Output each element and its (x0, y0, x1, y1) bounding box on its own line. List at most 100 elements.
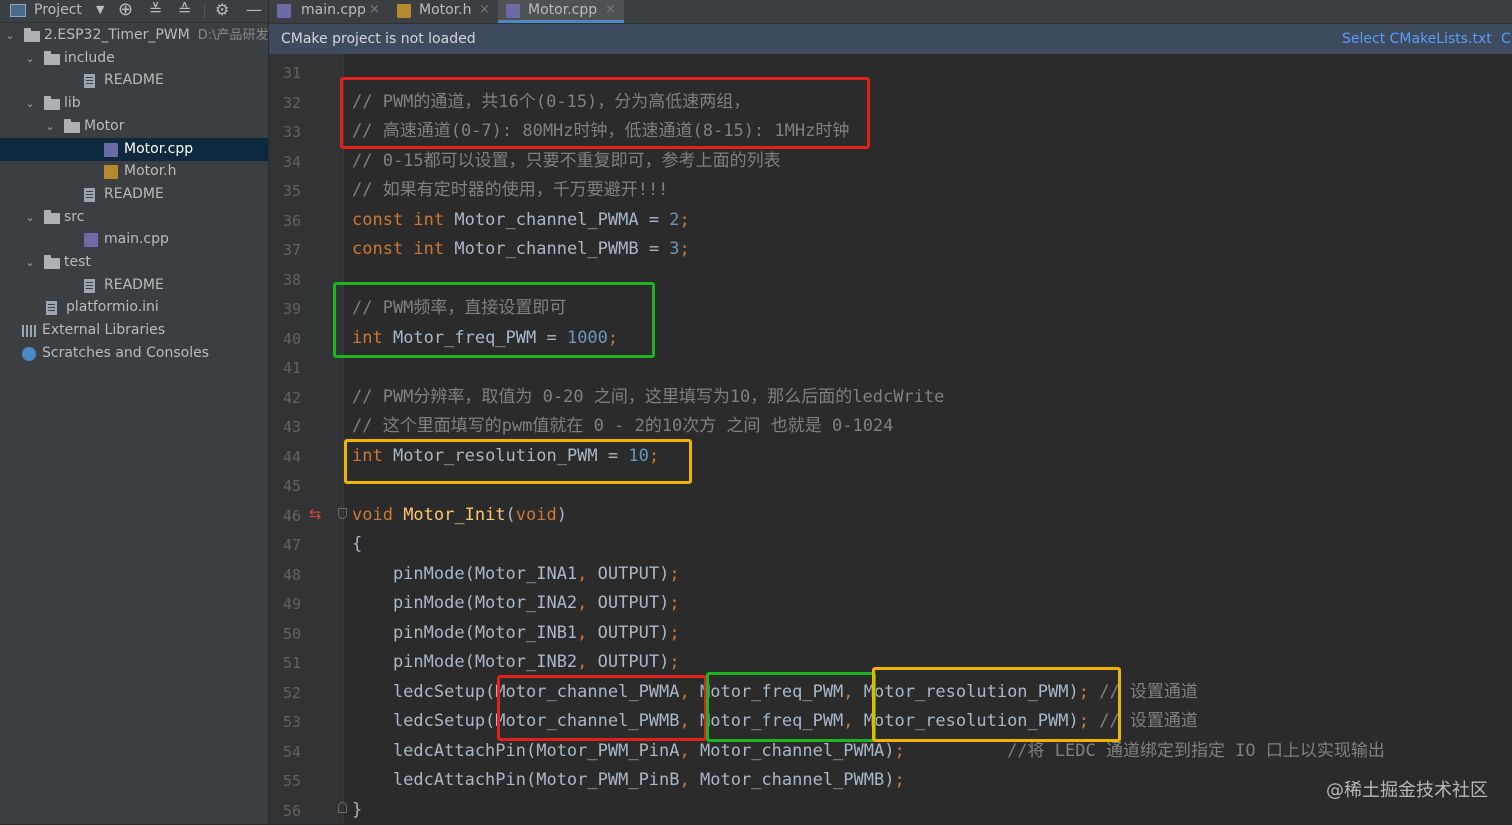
code-line[interactable]: pinMode(Motor_INA1, OUTPUT); (352, 560, 680, 589)
code-token: , (577, 652, 598, 672)
code-line[interactable]: const int Motor_channel_PWMB = 3; (352, 235, 690, 264)
line-number: 33 (282, 123, 301, 141)
cpp-file-icon (506, 4, 520, 18)
line-number: 34 (282, 152, 301, 171)
tree-item[interactable]: Scratches and Consoles (0, 342, 268, 365)
libraries-icon (22, 325, 38, 338)
tree-item[interactable]: ⌄ 2.ESP32_Timer_PWM D:\产品研发\ (0, 24, 273, 47)
gear-icon[interactable]: ⚙ (215, 0, 229, 22)
close-icon[interactable]: × (369, 0, 380, 20)
chevron-down-icon[interactable]: ⌄ (4, 24, 16, 47)
line-number: 52 (282, 683, 301, 702)
annotation-box-red (340, 77, 870, 149)
chevron-down-icon[interactable]: ⌄ (24, 206, 36, 229)
tree-item[interactable]: ⌄ lib (0, 92, 268, 115)
line-number: 32 (282, 93, 301, 112)
code-token: // PWM分辨率，取值为 0-20 之间，这里填写为10，那么后面的ledcW… (352, 386, 945, 407)
code-token: void (515, 504, 557, 525)
tree-item[interactable]: main.cpp (0, 228, 268, 251)
code-token: // 如果有定时器的使用，千万要避开!!! (352, 180, 669, 200)
collapse-all-icon[interactable]: ≙ (178, 0, 191, 22)
override-marker-icon[interactable]: ⇆ (309, 505, 322, 523)
tree-item[interactable]: Motor.cpp (0, 137, 268, 161)
code-token: ; (669, 622, 680, 643)
tree-item-name: src (64, 208, 85, 225)
code-line[interactable]: } (352, 796, 362, 825)
code-token: , (577, 563, 598, 584)
fold-icon[interactable] (338, 802, 347, 813)
tree-item[interactable]: ⌄ Motor (0, 115, 268, 138)
code-line[interactable]: pinMode(Motor_INB1, OUTPUT); (352, 619, 680, 648)
tree-item-label: README (104, 69, 164, 92)
line-number: 39 (282, 300, 301, 318)
code-line[interactable]: const int Motor_channel_PWMA = 2; (352, 206, 690, 235)
code-token: ( (505, 504, 516, 525)
tree-item[interactable]: Motor.h (0, 160, 268, 183)
tree-item[interactable]: ⌄ test (0, 251, 268, 274)
line-number: 54 (282, 742, 301, 761)
chevron-down-icon[interactable]: ⌄ (24, 47, 36, 70)
folder-icon (44, 50, 60, 65)
code-token: ; (679, 209, 690, 230)
code-token: pinMode(Motor_INA1 (352, 563, 578, 584)
code-line[interactable]: // 这个里面填写的pwm值就在 0 - 2的10次方 之间 也就是 0-102… (352, 412, 893, 441)
chevron-down-icon[interactable]: ⌄ (24, 251, 36, 274)
tree-item[interactable]: ⌄ src (0, 206, 268, 229)
tree-item[interactable]: README (0, 274, 268, 297)
tree-item[interactable]: External Libraries (0, 319, 268, 342)
tree-item-label: include (64, 47, 115, 70)
annotation-box-yellow (872, 667, 1121, 742)
code-token: , (577, 622, 598, 643)
code-token: ; (669, 593, 680, 613)
file-icon (84, 74, 95, 89)
tree-item-name: External Libraries (42, 322, 165, 339)
notification-message: CMake project is not loaded (281, 31, 476, 47)
code-token: } (352, 799, 363, 820)
code-token: , (577, 593, 598, 613)
code-line[interactable]: // 0-15都可以设置，只要不重复即可，参考上面的列表 (352, 147, 781, 176)
code-line[interactable]: // 如果有定时器的使用，千万要避开!!! (352, 176, 668, 205)
tree-item[interactable]: platformio.ini (0, 296, 268, 319)
tab-main-cpp[interactable]: main.cpp × (269, 0, 387, 23)
hide-icon[interactable]: — (246, 0, 262, 22)
code-line[interactable]: { (352, 530, 362, 559)
code-line[interactable]: // PWM分辨率，取值为 0-20 之间，这里填写为10，那么后面的ledcW… (352, 383, 944, 412)
chevron-down-icon[interactable]: ⌄ (24, 92, 36, 115)
project-header-title[interactable]: Project (34, 0, 82, 22)
tree-item[interactable]: README (0, 69, 268, 92)
notification-more-link[interactable]: C (1501, 24, 1511, 54)
tab-label: main.cpp (301, 2, 366, 18)
tab-motor-h[interactable]: Motor.h × (389, 0, 495, 23)
tree-item[interactable]: README (0, 183, 268, 206)
code-token: ledcAttachPin(Motor_PWM_PinA (352, 740, 680, 761)
cmake-notification-bar: CMake project is not loaded Select CMake… (269, 24, 1512, 54)
tree-item-label: 2.ESP32_Timer_PWM D:\产品研发\ (44, 24, 273, 47)
toolbar-divider (204, 4, 205, 18)
line-number: 40 (282, 329, 301, 348)
locate-icon[interactable]: ⊕ (118, 0, 133, 22)
tree-item[interactable]: ⌄ include (0, 47, 268, 70)
code-token: OUTPUT) (597, 652, 670, 672)
line-number: 31 (282, 64, 301, 82)
tree-item-label: src (64, 206, 84, 229)
expand-all-icon[interactable]: ≚ (149, 0, 162, 22)
chevron-down-icon[interactable]: ▼ (96, 0, 104, 22)
tree-item-name: Motor (84, 117, 125, 134)
code-line[interactable]: void Motor_Init(void) (352, 501, 567, 530)
line-number-gutter: 31 32 33 34 35 36 37 38 39 40 41 42 43 44 45 46 47 48 49 50… (269, 54, 343, 824)
fold-icon[interactable] (338, 508, 347, 519)
chevron-down-icon[interactable]: ⌄ (44, 115, 56, 138)
cpp-file-icon (84, 233, 98, 248)
code-token: pinMode(Motor_INB2 (352, 652, 578, 672)
close-icon[interactable]: × (479, 0, 490, 20)
code-line[interactable]: pinMode(Motor_INA2, OUTPUT); (352, 589, 680, 618)
tree-item-name: 2.ESP32_Timer_PWM (44, 27, 190, 43)
line-number: 53 (282, 713, 301, 731)
project-header: Project ▼ ⊕ ≚ ≙ ⚙ — (0, 0, 268, 23)
tab-motor-cpp[interactable]: Motor.cpp × (498, 0, 624, 23)
code-line[interactable]: ledcAttachPin(Motor_PWM_PinB, Motor_chan… (352, 766, 905, 795)
select-cmakelists-link[interactable]: Select CMakeLists.txt (1342, 24, 1492, 54)
code-line[interactable]: pinMode(Motor_INB2, OUTPUT); (352, 648, 680, 677)
code-token: 3 (669, 239, 680, 259)
close-icon[interactable]: × (605, 0, 616, 20)
